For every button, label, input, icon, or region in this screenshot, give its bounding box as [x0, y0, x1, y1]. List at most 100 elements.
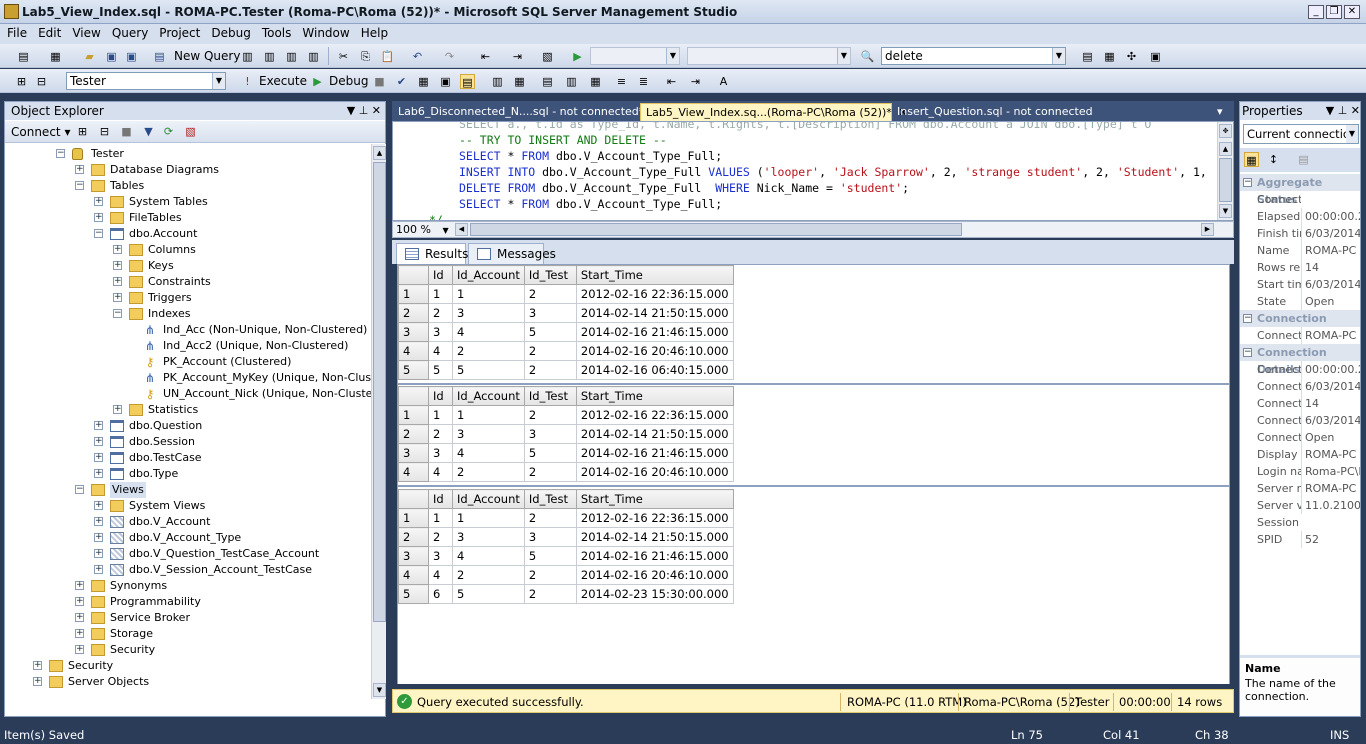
navigate-forward-icon[interactable]: ⇥ [510, 49, 525, 64]
column-header[interactable]: Id_Account [452, 386, 525, 406]
expand-icon[interactable]: + [94, 197, 103, 206]
row-header-corner[interactable] [398, 386, 429, 406]
grid-cell[interactable]: 2012-02-16 22:36:15.000 [575, 284, 734, 304]
expand-icon[interactable]: + [94, 213, 103, 222]
table-row[interactable]: 1 1 1 2 2012-02-16 22:36:15.000 [398, 284, 734, 304]
grid-cell[interactable]: 2014-02-23 15:30:00.000 [575, 584, 734, 604]
grid-cell[interactable]: 2 [428, 527, 453, 547]
tree-node[interactable]: + Server Objects [6, 674, 371, 690]
activity-monitor-icon[interactable]: ▧ [540, 49, 555, 64]
property-category[interactable]: − Connection [1240, 310, 1360, 327]
property-row[interactable]: Connect 14 [1240, 395, 1360, 412]
menu-edit[interactable]: Edit [38, 24, 61, 40]
specify-values-icon[interactable]: A [716, 74, 731, 89]
tree-node[interactable]: + Database Diagrams [6, 162, 371, 178]
expand-icon[interactable]: + [33, 677, 42, 686]
tree-node[interactable]: ⋔ Ind_Acc (Non-Unique, Non-Clustered) [6, 322, 371, 338]
property-category[interactable]: − Aggregate Status [1240, 174, 1360, 206]
table-row[interactable]: 1 1 1 2 2012-02-16 22:36:15.000 [398, 508, 734, 528]
expand-icon[interactable]: + [94, 421, 103, 430]
collapse-icon[interactable]: − [1243, 348, 1252, 357]
grid-cell[interactable]: 2 [523, 360, 577, 380]
property-row[interactable]: Login naRoma-PC\Ro [1240, 463, 1360, 480]
debug-icon[interactable]: ▶ [310, 74, 325, 89]
tree-node[interactable]: ⚷ UN_Account_Nick (Unique, Non-Clustered) [6, 386, 373, 402]
connect-icon[interactable]: ⊞ [14, 74, 29, 89]
start-debugging-icon[interactable]: ▶ [570, 49, 585, 64]
available-databases-dropdown[interactable]: Tester ▼ [66, 72, 226, 90]
expand-icon[interactable]: + [94, 501, 103, 510]
row-number[interactable]: 1 [398, 508, 429, 528]
tree-node[interactable]: + dbo.V_Question_TestCase_Account [6, 546, 371, 562]
property-row[interactable]: Connect00:00:00.28 [1240, 361, 1360, 378]
expand-icon[interactable]: + [113, 277, 122, 286]
property-row[interactable]: Start tim6/03/2014 1 [1240, 276, 1360, 293]
grid-cell[interactable]: 2 [523, 341, 577, 361]
grid-cell[interactable]: 2 [523, 584, 577, 604]
refresh-icon[interactable]: ⟳ [161, 124, 176, 139]
tree-node[interactable]: + dbo.V_Account_Type [6, 530, 371, 546]
grid-cell[interactable]: 2012-02-16 22:36:15.000 [575, 405, 734, 425]
property-row[interactable]: Rows re 14 [1240, 259, 1360, 276]
comment-icon[interactable]: ≡ [614, 74, 629, 89]
grid-cell[interactable]: 5 [523, 546, 577, 566]
grid-cell[interactable]: 2 [452, 565, 525, 585]
oe-vertical-scrollbar[interactable]: ▲ ▼ [371, 144, 386, 699]
property-row[interactable]: Server v 11.0.2100 [1240, 497, 1360, 514]
expand-icon[interactable]: + [75, 165, 84, 174]
navigate-backward-icon[interactable]: ⇤ [478, 49, 493, 64]
expand-icon[interactable]: + [113, 245, 122, 254]
find-in-files-icon[interactable]: 🔍 [860, 49, 875, 64]
properties-icon[interactable]: ▦ [1102, 49, 1117, 64]
property-row[interactable]: State Open [1240, 293, 1360, 310]
menu-view[interactable]: View [72, 24, 100, 40]
results-to-grid-icon[interactable]: ▤ [460, 74, 475, 89]
table-row[interactable]: 2 2 3 3 2014-02-14 21:50:15.000 [398, 527, 734, 547]
results-to-file-icon[interactable]: ▥ [564, 74, 579, 89]
column-header[interactable]: Id_Test [523, 265, 577, 285]
grid-cell[interactable]: 4 [428, 565, 453, 585]
tab-messages[interactable]: Messages [468, 243, 556, 264]
object-explorer-icon[interactable]: ▤ [1080, 49, 1095, 64]
row-number[interactable]: 4 [398, 341, 429, 361]
cut-icon[interactable]: ✂ [336, 49, 351, 64]
toolbox-icon[interactable]: ✣ [1124, 49, 1139, 64]
column-header[interactable]: Id [428, 489, 453, 509]
property-row[interactable]: Connect6/03/2014 1 [1240, 412, 1360, 429]
tree-node[interactable]: ⋔ Ind_Acc2 (Unique, Non-Clustered) [6, 338, 371, 354]
uncomment-icon[interactable]: ≣ [636, 74, 651, 89]
grid-cell[interactable]: 2 [523, 462, 577, 482]
hscroll-thumb[interactable] [470, 223, 962, 236]
tree-node[interactable]: + Service Broker [6, 610, 371, 626]
row-number[interactable]: 4 [398, 462, 429, 482]
row-number[interactable]: 1 [398, 284, 429, 304]
tree-node[interactable]: + System Views [6, 498, 371, 514]
grid-cell[interactable]: 5 [523, 443, 577, 463]
dmx-query-icon[interactable]: ▥ [284, 49, 299, 64]
add-item-icon[interactable]: ▦ [48, 49, 63, 64]
new-project-icon[interactable]: ▤ [16, 49, 31, 64]
solution-config-dropdown[interactable]: ▼ [590, 47, 680, 65]
properties-object-dropdown[interactable]: Current connection ▼ [1243, 124, 1359, 144]
increase-indent-icon[interactable]: ⇥ [688, 74, 703, 89]
xmla-query-icon[interactable]: ▥ [306, 49, 321, 64]
disconnect-icon[interactable]: ⊟ [34, 74, 49, 89]
collapse-icon[interactable]: − [75, 181, 84, 190]
expand-icon[interactable]: + [113, 405, 122, 414]
expand-icon[interactable]: + [33, 661, 42, 670]
query-designer-icon[interactable]: ▣ [438, 74, 453, 89]
grid-cell[interactable]: 4 [428, 341, 453, 361]
column-header[interactable]: Id_Account [452, 489, 525, 509]
grid-cell[interactable]: 5 [523, 322, 577, 342]
grid-cell[interactable]: 5 [428, 360, 453, 380]
tab-lab6-disconnected[interactable]: Lab6_Disconnected_N....sql - not connect… [393, 103, 644, 121]
save-icon[interactable]: ▣ [104, 49, 119, 64]
row-number[interactable]: 3 [398, 546, 429, 566]
results-to-text-icon[interactable]: ▤ [540, 74, 555, 89]
alphabetical-icon[interactable]: ↕ [1266, 152, 1281, 167]
property-row[interactable]: Server r ROMA-PC [1240, 480, 1360, 497]
tree-node[interactable]: ⋔ PK_Account_MyKey (Unique, Non-Clustere [6, 370, 373, 386]
redo-icon[interactable]: ↷ [442, 49, 457, 64]
tree-node[interactable]: + Synonyms [6, 578, 371, 594]
hscroll-right-arrow[interactable]: ▶ [1201, 223, 1214, 236]
